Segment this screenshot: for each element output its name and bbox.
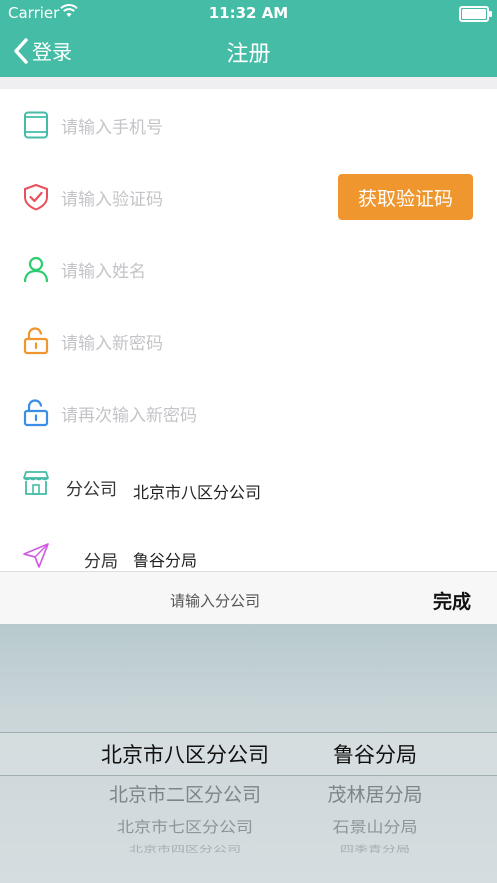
done-button[interactable]: 完成 — [433, 587, 471, 614]
phone-input[interactable]: 请输入手机号 — [61, 113, 163, 138]
lock-icon — [23, 399, 49, 427]
section-gap — [0, 77, 497, 89]
password-row[interactable]: 请输入新密码 — [0, 305, 497, 378]
branch-row[interactable]: 分公司 北京市八区分公司 — [0, 449, 497, 522]
new-password-input[interactable]: 请输入新密码 — [61, 329, 163, 354]
branch-label: 分公司 — [66, 480, 117, 500]
picker-title: 请输入分公司 — [169, 592, 260, 610]
name-input[interactable]: 请输入姓名 — [61, 257, 146, 282]
branch-value[interactable]: 北京市八区分公司 — [133, 479, 261, 503]
page-title: 注册 — [226, 42, 271, 67]
picker-toolbar: 请输入分公司 完成 — [0, 571, 497, 625]
office-option[interactable]: 四季青分局 — [305, 843, 445, 855]
branch-option[interactable]: 北京市七区分公司 — [80, 815, 290, 837]
paper-plane-icon — [23, 543, 49, 568]
verification-row[interactable]: 请输入验证码 获取验证码 — [0, 161, 497, 234]
branch-option[interactable]: 北京市二区分公司 — [80, 780, 290, 807]
picker-wheel[interactable]: 北京市八区分公司 北京市二区分公司 北京市七区分公司 北京市四区分公司 鲁谷分局… — [0, 624, 497, 883]
lock-icon — [23, 327, 49, 355]
phone-row[interactable]: 请输入手机号 — [0, 89, 497, 162]
office-option-selected[interactable]: 鲁谷分局 — [305, 739, 445, 769]
office-option[interactable]: 石景山分局 — [305, 815, 445, 837]
store-icon — [23, 471, 49, 495]
status-bar: Carrier 11:32 AM — [0, 0, 497, 26]
office-value[interactable]: 鲁谷分局 — [133, 547, 197, 571]
name-row[interactable]: 请输入姓名 — [0, 233, 497, 306]
shield-check-icon — [24, 183, 48, 211]
person-icon — [23, 256, 49, 283]
confirm-password-row[interactable]: 请再次输入新密码 — [0, 377, 497, 450]
get-code-button[interactable]: 获取验证码 — [338, 174, 473, 220]
confirm-password-input[interactable]: 请再次输入新密码 — [61, 401, 197, 426]
branch-option-selected[interactable]: 北京市八区分公司 — [80, 739, 290, 769]
phone-icon — [24, 111, 48, 139]
office-label: 分局 — [84, 552, 118, 572]
nav-bar: 登录 注册 — [0, 26, 497, 77]
branch-option[interactable]: 北京市四区分公司 — [80, 843, 290, 855]
office-option[interactable]: 茂林居分局 — [305, 780, 445, 807]
branch-picker-column[interactable]: 北京市八区分公司 北京市二区分公司 北京市七区分公司 北京市四区分公司 — [80, 624, 290, 883]
battery-icon — [459, 6, 492, 22]
clock: 11:32 AM — [208, 4, 289, 22]
verification-code-input[interactable]: 请输入验证码 — [61, 185, 163, 210]
office-picker-column[interactable]: 鲁谷分局 茂林居分局 石景山分局 四季青分局 — [305, 624, 445, 883]
